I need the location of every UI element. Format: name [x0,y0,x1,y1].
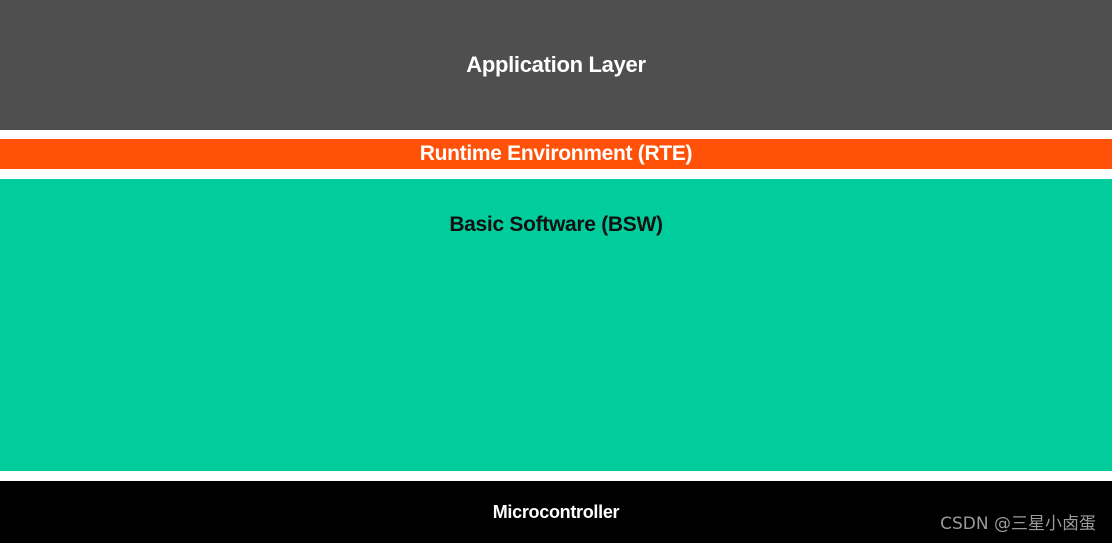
bsw-layer-block: Basic Software (BSW) [0,179,1112,471]
bsw-layer-label: Basic Software (BSW) [449,213,663,236]
application-layer-block: Application Layer [0,0,1112,130]
watermark-text: CSDN @三星小卤蛋 [940,514,1096,534]
application-layer-label: Application Layer [466,52,646,77]
microcontroller-layer-label: Microcontroller [492,501,620,522]
rte-layer-block: Runtime Environment (RTE) [0,139,1112,169]
rte-layer-label: Runtime Environment (RTE) [419,142,693,165]
autosar-layer-diagram: Application Layer Runtime Environment (R… [0,0,1112,543]
